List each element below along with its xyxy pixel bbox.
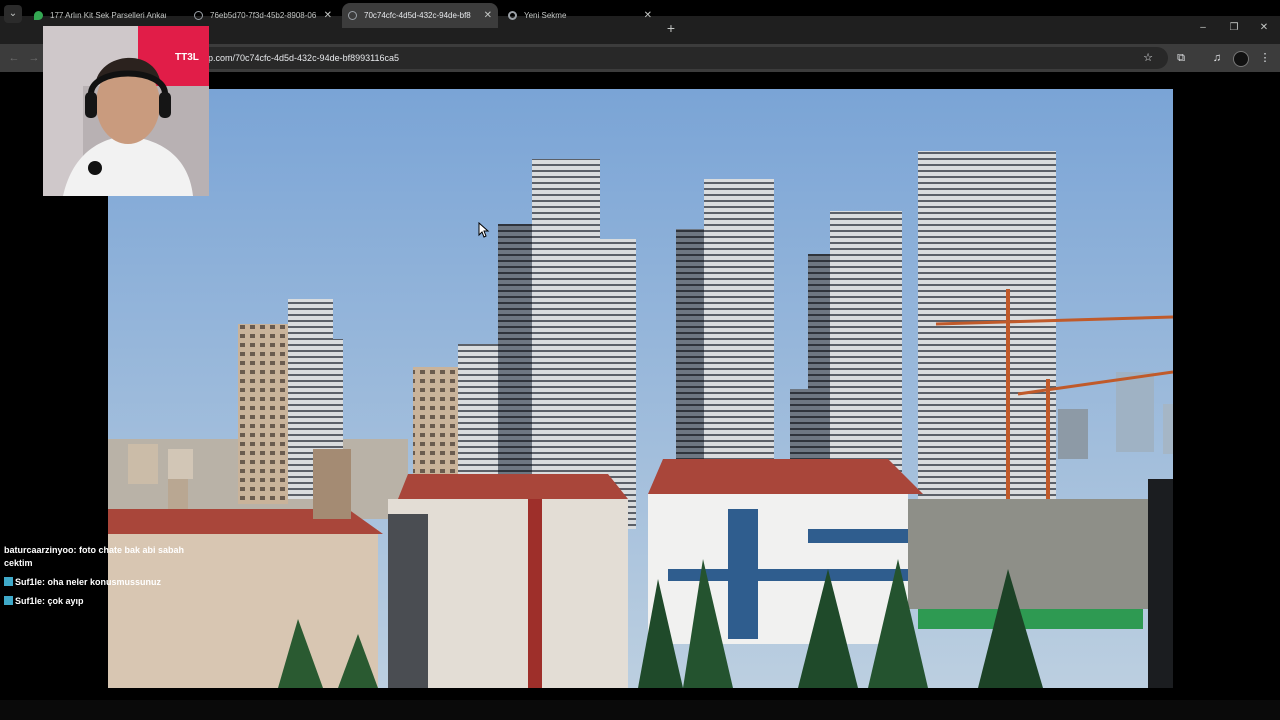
tab-maps[interactable]: 177 Arlın Kit Sek Parselleri Ankara <box>28 3 188 28</box>
mouse-cursor-icon <box>478 222 490 238</box>
city-skyline-photo <box>108 89 1173 688</box>
extensions-icon[interactable]: ⧉ <box>1172 49 1190 67</box>
stream-chat: baturcaarzinyoo: foto chate bak abi saba… <box>4 544 214 608</box>
tab-close-icon[interactable]: ✕ <box>644 3 652 28</box>
map-pin-icon <box>34 11 43 20</box>
bottom-black-bar <box>0 700 1280 720</box>
tab-page-2-active[interactable]: 70c74cfc-4d5d-432c-94de-bf8 ✕ <box>342 3 498 28</box>
tab-search-button[interactable]: ⌄ <box>4 5 22 23</box>
back-button[interactable]: ← <box>6 49 22 67</box>
chat-username: Suf1le <box>15 596 43 606</box>
tab-title: 76eb5d70-7f3d-45b2-8908-06 <box>210 11 316 20</box>
forward-button[interactable]: → <box>26 49 42 67</box>
new-tab-button[interactable]: + <box>664 19 678 37</box>
minimize-button[interactable]: – <box>1193 19 1213 37</box>
profile-avatar[interactable] <box>1233 51 1249 67</box>
chat-message: Suf1le: çok ayıp <box>4 595 214 608</box>
chat-text: oha neler konusmussunuz <box>47 577 162 587</box>
chat-badge-icon <box>4 577 13 586</box>
tab-close-icon[interactable]: ✕ <box>324 3 332 28</box>
bookmark-star-icon[interactable]: ☆ <box>1139 49 1157 67</box>
skyline-image <box>108 89 1173 688</box>
webcam-overlay-text: TT3L <box>175 52 199 63</box>
tab-page-1[interactable]: 76eb5d70-7f3d-45b2-8908-06 ✕ <box>188 3 338 28</box>
tab-title: 177 Arlın Kit Sek Parselleri Ankara <box>50 11 166 20</box>
address-url[interactable]: p.com/70c74cfc-4d5d-432c-94de-bf8993116c… <box>208 47 399 69</box>
globe-icon <box>348 11 357 20</box>
chat-message: baturcaarzinyoo: foto chate bak abi saba… <box>4 545 185 568</box>
media-control-icon[interactable]: ♫ <box>1208 49 1226 67</box>
tab-close-icon[interactable]: ✕ <box>484 3 492 28</box>
close-window-button[interactable]: ✕ <box>1254 19 1274 37</box>
chrome-icon <box>508 11 517 20</box>
tab-new-tab[interactable]: Yeni Sekme ✕ <box>502 3 658 28</box>
chat-username: Suf1le <box>15 577 43 587</box>
streamer-webcam: TT3L <box>43 26 209 196</box>
tab-title: Yeni Sekme <box>524 11 567 20</box>
tab-title: 70c74cfc-4d5d-432c-94de-bf8 <box>364 11 471 20</box>
menu-icon[interactable]: ⋮ <box>1256 49 1274 67</box>
chat-message: Suf1le: oha neler konusmussunuz <box>4 576 214 589</box>
globe-icon <box>194 11 203 20</box>
chat-username: baturcaarzinyoo <box>4 545 74 555</box>
chat-badge-icon <box>4 596 13 605</box>
chat-text: çok ayıp <box>47 596 84 606</box>
restore-button[interactable]: ❐ <box>1224 19 1244 37</box>
